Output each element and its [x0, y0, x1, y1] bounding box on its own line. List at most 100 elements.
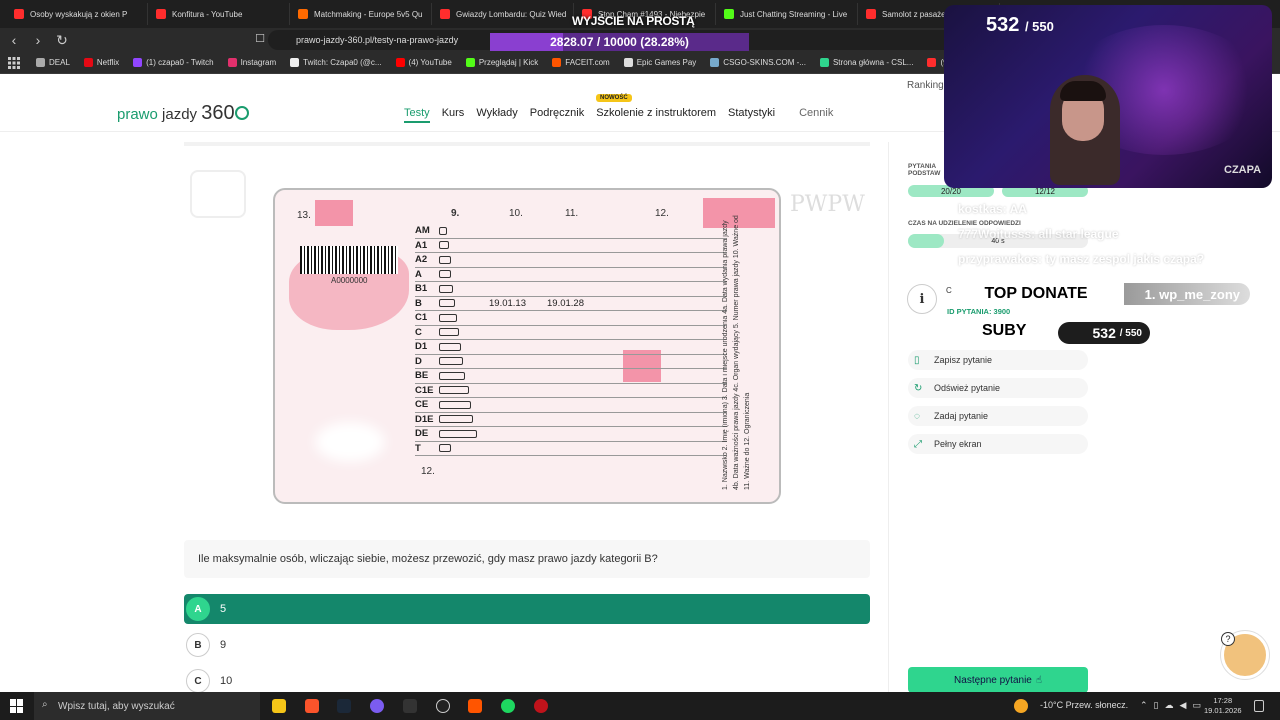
- browser-tab[interactable]: Konfitura - YouTube: [148, 3, 290, 25]
- questions-label: PYTANIA: [908, 163, 937, 170]
- nav-item-wyklady[interactable]: Wykłady: [476, 107, 517, 123]
- license-header-10: 10.: [509, 208, 523, 219]
- license-category: A2: [415, 254, 428, 266]
- browser-tab[interactable]: Just Chatting Streaming - Live: [716, 3, 858, 25]
- license-category-row: T: [415, 442, 727, 456]
- taskbar-search[interactable]: ⌕ Wpisz tutaj, aby wyszukać: [34, 692, 260, 720]
- opera-icon[interactable]: [534, 699, 548, 713]
- system-tray-icons[interactable]: ⌃▯☁◀▭: [1140, 700, 1207, 711]
- license-category-row: AM: [415, 224, 727, 239]
- nav-item-podrecznik[interactable]: Podręcznik: [530, 107, 584, 123]
- discord-icon[interactable]: [370, 699, 384, 713]
- panel-divider: [888, 142, 889, 692]
- bookmark-item[interactable]: FACEIT.com: [552, 58, 610, 67]
- tab-title: Osoby wyskakują z okien P: [30, 9, 128, 19]
- license-category-row: A1: [415, 239, 727, 253]
- action-label: Pełny ekran: [934, 439, 982, 449]
- windows-start-icon[interactable]: [10, 699, 24, 713]
- bookmark-item[interactable]: (1) czapa0 - Twitch: [133, 58, 214, 67]
- subs-count-total: / 550: [1119, 327, 1142, 339]
- bookmark-item[interactable]: Przeglądaj | Kick: [465, 58, 539, 67]
- next-question-button[interactable]: Następne pytanie ☝: [908, 667, 1088, 693]
- site-logo[interactable]: prawo jazdy 360: [117, 102, 249, 125]
- subs-count-value: 532: [1092, 325, 1116, 341]
- weather-text[interactable]: -10°C Przew. słonecz.: [1040, 700, 1128, 710]
- back-icon[interactable]: ‹: [4, 32, 24, 48]
- bookmark-item[interactable]: Epic Games Pay: [623, 58, 696, 67]
- clock-date: 19.01.2026: [1204, 706, 1242, 715]
- action-label: Zapisz pytanie: [934, 355, 993, 365]
- answer-a[interactable]: A 5: [184, 594, 870, 624]
- epic-games-icon[interactable]: [403, 699, 417, 713]
- weather-sun-icon: [1014, 699, 1028, 713]
- action-label: Zadaj pytanie: [934, 411, 989, 421]
- subs-label: SUBY: [982, 322, 1027, 339]
- vehicle-icon: [439, 342, 489, 351]
- bookmark-item[interactable]: Instagram: [227, 58, 277, 67]
- license-legend-text: 1. Nazwisko 2. Imię (imiona) 3. Data i m…: [722, 215, 751, 490]
- tab-title: Konfitura - YouTube: [172, 9, 243, 19]
- action-label: Odśwież pytanie: [934, 383, 1001, 393]
- steam-icon[interactable]: [337, 699, 351, 713]
- top-donate-widget: TOP DONATE 1. wp_me_zony: [948, 283, 1250, 305]
- cs-icon[interactable]: [436, 699, 450, 713]
- vehicle-icon: [439, 429, 489, 438]
- bookmark-favicon-icon: [83, 58, 93, 67]
- bookmark-item[interactable]: DEAL: [36, 58, 70, 67]
- refresh-question-button[interactable]: ↻ Odśwież pytanie: [908, 378, 1088, 398]
- blurred-photo: [315, 422, 385, 462]
- bookmark-page-icon[interactable]: ☐: [250, 32, 270, 45]
- tab-favicon-icon: [14, 9, 24, 19]
- nav-item-testy[interactable]: Testy: [404, 107, 430, 123]
- answer-text: 5: [220, 603, 227, 615]
- nav-item-kurs[interactable]: Kurs: [442, 107, 465, 123]
- vehicle-icon: [439, 415, 489, 424]
- ranking-link[interactable]: Ranking: [907, 80, 944, 91]
- license-category-row: CE: [415, 398, 727, 413]
- info-icon[interactable]: i: [907, 284, 937, 314]
- license-pattern: [315, 200, 353, 226]
- vehicle-icon: [439, 284, 489, 293]
- browser-tab[interactable]: Osoby wyskakują z okien P: [6, 3, 148, 25]
- license-field-12: 12.: [421, 466, 435, 477]
- fullscreen-button[interactable]: ⤢ Pełny ekran: [908, 434, 1088, 454]
- main-nav: Testy Kurs Wykłady Podręcznik Szkolenie …: [404, 107, 833, 123]
- overlay-goal-text: 2828.07 / 10000 (28.28%): [550, 35, 689, 49]
- faceit-icon[interactable]: [468, 699, 482, 713]
- reload-icon[interactable]: ↻: [52, 32, 72, 49]
- nav-item-cennik[interactable]: Cennik: [799, 107, 833, 123]
- browser-tab[interactable]: Gwiazdy Lombardu: Quiz Wied: [432, 3, 574, 25]
- vehicle-icon: [439, 400, 489, 409]
- brave-browser-icon[interactable]: [305, 699, 319, 713]
- taskbar-clock[interactable]: 17:28 19.01.2026: [1204, 696, 1242, 716]
- vehicle-icon: [439, 226, 489, 235]
- ask-question-button[interactable]: ◌ Zadaj pytanie: [908, 406, 1088, 426]
- bookmark-label: Twitch: Czapa0 (@c...: [303, 58, 382, 67]
- help-question-icon[interactable]: ?: [1221, 632, 1235, 646]
- answer-b[interactable]: B 9: [184, 630, 870, 660]
- license-category: C1E: [415, 384, 434, 396]
- bookmark-item[interactable]: Strona główna - CSL...: [819, 58, 913, 67]
- bookmark-label: Przeglądaj | Kick: [478, 58, 539, 67]
- license-header-11: 11.: [565, 208, 579, 219]
- license-category-row: D1E: [415, 413, 727, 427]
- bookmark-item[interactable]: Twitch: Czapa0 (@c...: [290, 58, 382, 67]
- bookmark-label: Instagram: [240, 58, 277, 67]
- notifications-icon[interactable]: [1254, 700, 1264, 712]
- bookmark-item[interactable]: CSGO-SKINS.COM -...: [710, 58, 806, 67]
- bookmark-item[interactable]: Netflix: [83, 58, 119, 67]
- bookmark-label: (1) czapa0 - Twitch: [146, 58, 214, 67]
- forward-icon[interactable]: ›: [28, 32, 48, 48]
- spotify-icon[interactable]: [501, 699, 515, 713]
- bookmark-item[interactable]: (4) YouTube: [395, 58, 452, 67]
- browser-tab[interactable]: Matchmaking - Europe 5v5 Qu: [290, 3, 432, 25]
- file-explorer-icon[interactable]: [272, 699, 286, 713]
- nav-item-statystyki[interactable]: Statystyki: [728, 107, 775, 123]
- save-question-button[interactable]: ▯ Zapisz pytanie: [908, 350, 1088, 370]
- new-badge: NOWOŚĆ: [596, 94, 632, 102]
- apps-grid-icon[interactable]: [8, 57, 20, 69]
- vehicle-icon: [439, 371, 489, 380]
- nav-item-szkolenie[interactable]: Szkolenie z instruktorem: [596, 107, 716, 123]
- bookmark-favicon-icon: [623, 58, 633, 67]
- license-category-row: D: [415, 355, 727, 369]
